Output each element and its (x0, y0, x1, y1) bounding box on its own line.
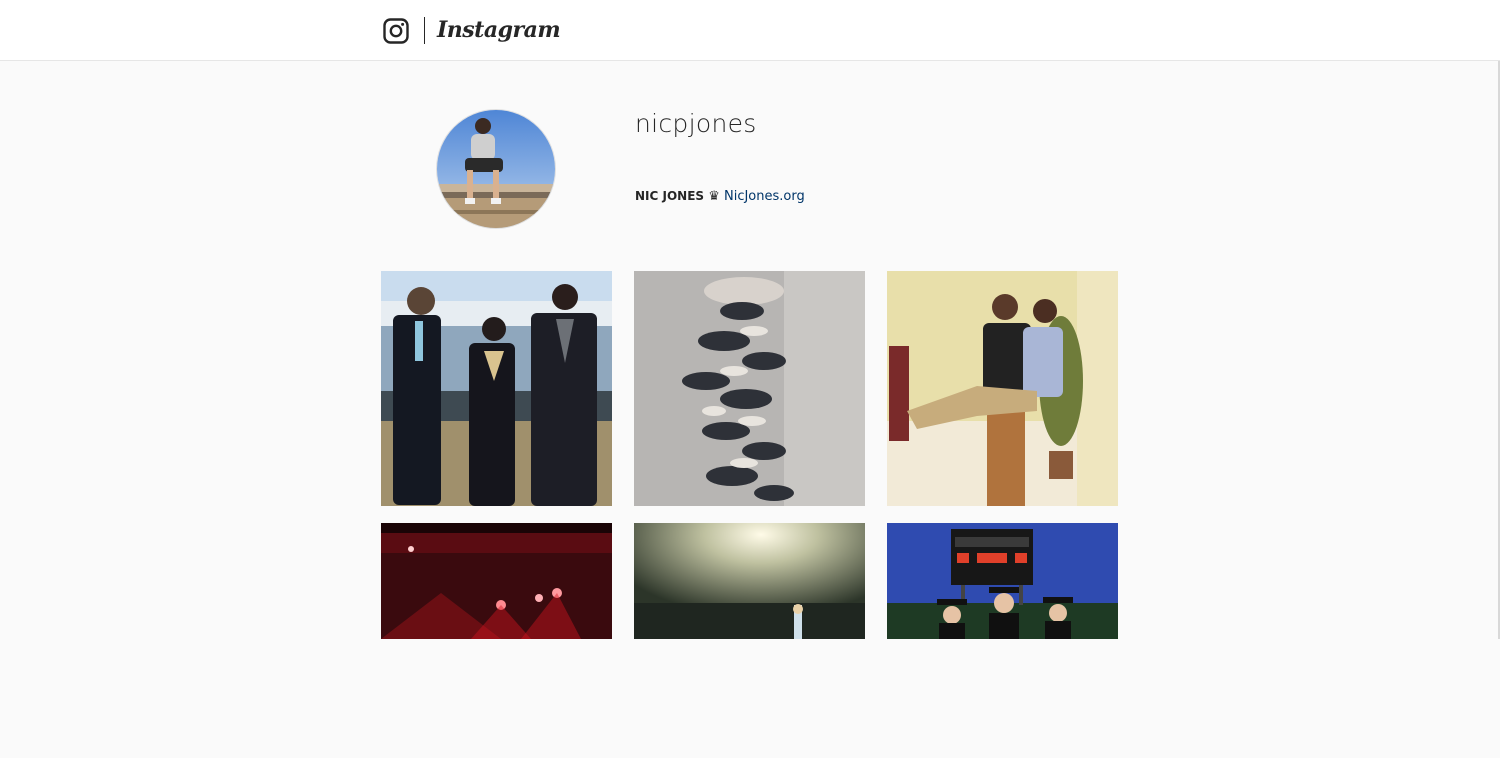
profile-username: nicpjones (635, 109, 757, 138)
crown-icon: ♛ (708, 189, 720, 204)
post-thumbnail[interactable] (887, 523, 1118, 758)
post-thumbnail[interactable] (634, 523, 865, 758)
profile-website-link[interactable]: NicJones.org (724, 189, 805, 204)
profile-avatar[interactable] (436, 109, 556, 229)
instagram-camera-icon[interactable] (383, 18, 409, 44)
post-thumbnail[interactable] (634, 271, 865, 506)
post-thumbnail[interactable] (381, 271, 612, 506)
logo-divider (424, 17, 425, 44)
post-thumbnail[interactable] (887, 271, 1118, 506)
instagram-wordmark[interactable]: Instagram (437, 13, 561, 47)
post-thumbnail[interactable] (381, 523, 612, 758)
top-navigation-bar: Instagram (0, 0, 1500, 61)
profile-full-name: NIC JONES (635, 189, 705, 203)
profile-bio: NIC JONES ♛ NicJones.org (635, 187, 805, 206)
